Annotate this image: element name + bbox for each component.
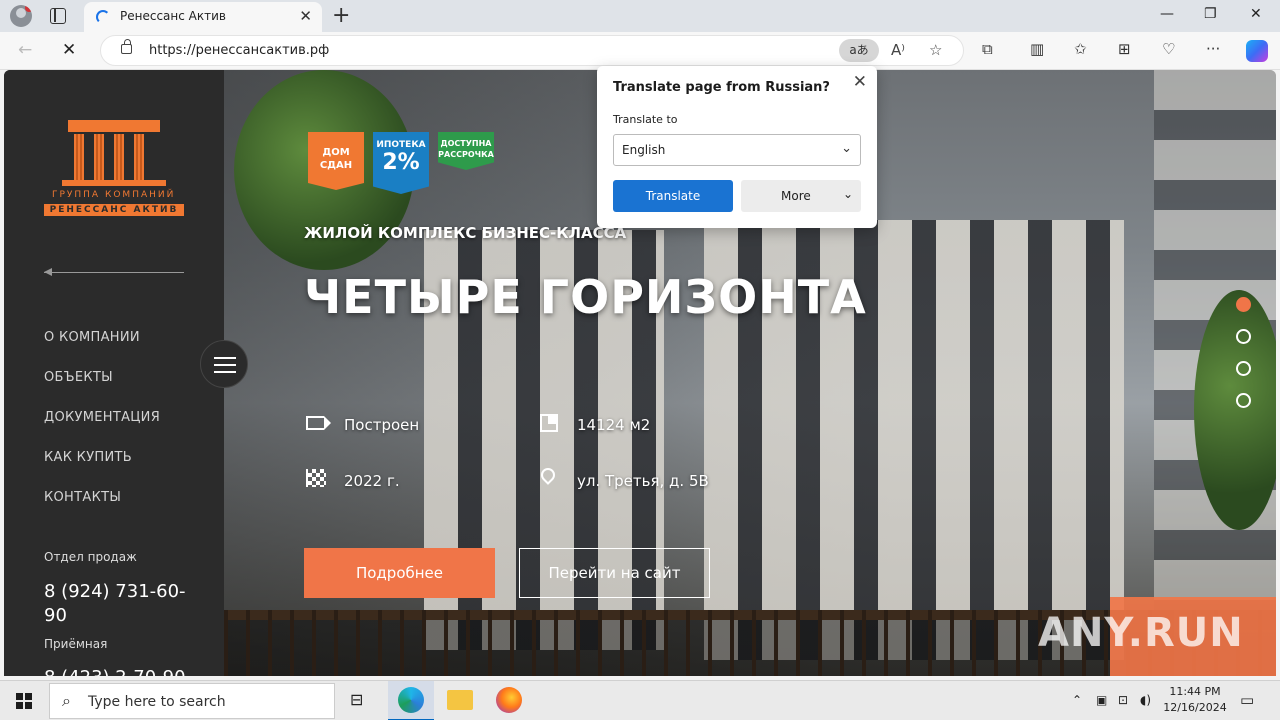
language-value: English <box>622 143 666 157</box>
menu-item-objects[interactable]: ОБЪЕКТЫ <box>44 370 113 385</box>
menu-item-documentation[interactable]: ДОКУМЕНТАЦИЯ <box>44 410 160 425</box>
volume-icon[interactable]: ◖) <box>1140 693 1151 707</box>
lock-icon[interactable] <box>121 39 132 54</box>
translate-button[interactable]: Translate <box>613 180 733 212</box>
notification-dot <box>25 5 32 12</box>
slide-dot-1[interactable] <box>1236 297 1251 312</box>
window-close-icon[interactable]: ✕ <box>1250 6 1262 22</box>
sales-phone[interactable]: 8 (924) 731-60-90 <box>44 580 204 628</box>
search-placeholder: Type here to search <box>88 694 226 710</box>
anyrun-watermark: ANY.RUN <box>1038 610 1244 656</box>
tab-strip: Ренессанс Актив ✕ + — ❐ ✕ <box>0 0 1280 32</box>
favorites-icon[interactable]: ✩ <box>1074 40 1087 58</box>
file-explorer-icon[interactable] <box>447 690 473 710</box>
hamburger-menu-button[interactable] <box>200 340 248 388</box>
back-icon[interactable]: ← <box>18 40 32 60</box>
network-icon[interactable]: ⊡ <box>1118 693 1128 707</box>
copilot-icon[interactable] <box>1246 40 1268 62</box>
minimize-icon[interactable]: — <box>1160 6 1174 22</box>
menu-item-company[interactable]: О КОМПАНИИ <box>44 330 140 345</box>
translate-to-label: Translate to <box>613 113 678 126</box>
more-button[interactable]: More ⌄ <box>741 180 861 212</box>
extensions-icon[interactable]: ⧉ <box>982 40 993 58</box>
company-logo[interactable]: ГРУППА КОМПАНИЙ РЕНЕССАНС АКТИВ <box>44 120 184 216</box>
logo-text-group: ГРУППА КОМПАНИЙ <box>52 190 176 200</box>
popup-title: Translate page from Russian? <box>613 80 830 95</box>
sales-label: Отдел продаж <box>44 550 137 564</box>
info-year: 2022 г. <box>344 472 400 490</box>
windows-taskbar: ⌕ Type here to search ⊟ ⌃ ▣ ⊡ ◖) 11:44 P… <box>0 680 1280 720</box>
new-tab-icon[interactable]: + <box>332 3 350 28</box>
browser-tab[interactable]: Ренессанс Актив ✕ <box>84 2 322 32</box>
translate-popup: Translate page from Russian? ✕ Translate… <box>597 66 877 228</box>
tab-title: Ренессанс Актив <box>120 9 226 23</box>
edge-app-icon[interactable] <box>398 687 424 713</box>
firefox-icon[interactable] <box>496 687 522 713</box>
slide-dot-3[interactable] <box>1236 361 1251 376</box>
taskbar-search[interactable]: ⌕ Type here to search <box>49 683 335 719</box>
info-address: ул. Третья, д. 5В <box>577 472 709 490</box>
badge-mortgage-label: ИПОТЕКА <box>376 140 426 150</box>
profile-avatar[interactable] <box>10 5 32 27</box>
task-view-icon[interactable]: ⊟ <box>350 690 363 709</box>
notifications-icon[interactable]: ▭ <box>1240 691 1254 709</box>
hero-subtitle: ЖИЛОЙ КОМПЛЕКС БИЗНЕС-КЛАССА <box>304 224 627 242</box>
area-icon <box>540 414 558 432</box>
back-arrow-icon[interactable] <box>44 268 184 276</box>
clock-date: 12/16/2024 <box>1163 701 1227 714</box>
translate-icon[interactable]: aあ <box>839 39 879 62</box>
details-button[interactable]: Подробнее <box>304 548 495 598</box>
info-status: Построен <box>344 416 420 434</box>
clock-time: 11:44 PM <box>1169 685 1221 698</box>
browser-essentials-icon[interactable]: ♡ <box>1162 40 1175 58</box>
chevron-down-icon: ⌄ <box>842 187 853 201</box>
browser-toolbar: ← ✕ https://ренессансактив.рф aあ A⁾ ☆ ⧉ … <box>0 32 1280 70</box>
badge-installment: ДОСТУПНА РАССРОЧКА <box>438 132 494 170</box>
url-text[interactable]: https://ренессансактив.рф <box>149 43 329 58</box>
windows-start-icon[interactable] <box>16 693 32 709</box>
collections-icon[interactable]: ⊞ <box>1118 40 1131 58</box>
loading-favicon-icon <box>96 10 110 24</box>
popup-close-icon[interactable]: ✕ <box>853 72 867 92</box>
badge-mortgage-rate: 2% <box>382 150 420 175</box>
tab-actions-icon[interactable] <box>50 8 66 24</box>
more-menu-icon[interactable]: ··· <box>1206 40 1220 58</box>
tray-chevron-up-icon[interactable]: ⌃ <box>1072 693 1082 707</box>
chevron-down-icon: ⌄ <box>841 141 852 156</box>
address-bar[interactable]: https://ренессансактив.рф aあ A⁾ ☆ <box>100 35 964 66</box>
reception-phone[interactable]: 8 (423) 2-70-90 <box>44 666 204 676</box>
tree-right <box>1194 290 1276 530</box>
restore-icon[interactable]: ❐ <box>1204 6 1217 22</box>
favorite-star-icon[interactable]: ☆ <box>929 41 942 59</box>
more-label: More <box>781 189 811 203</box>
info-area: 14124 м2 <box>577 416 651 434</box>
finish-flag-icon <box>306 469 326 487</box>
read-aloud-icon[interactable]: A⁾ <box>891 41 905 59</box>
taskbar-clock[interactable]: 11:44 PM 12/16/2024 <box>1160 684 1230 716</box>
split-screen-icon[interactable]: ▥ <box>1030 40 1044 58</box>
go-to-site-button[interactable]: Перейти на сайт <box>519 548 710 598</box>
search-icon: ⌕ <box>62 691 71 710</box>
tab-close-icon[interactable]: ✕ <box>299 7 312 25</box>
status-tag-icon <box>306 416 331 430</box>
menu-item-contacts[interactable]: КОНТАКТЫ <box>44 490 121 505</box>
slide-dot-2[interactable] <box>1236 329 1251 344</box>
tray-device-icon[interactable]: ▣ <box>1096 693 1107 707</box>
hero-title: ЧЕТЫРЕ ГОРИЗОНТА <box>304 270 867 324</box>
language-select[interactable]: English ⌄ <box>613 134 861 166</box>
badge-house-completed: ДОМ СДАН <box>308 132 364 190</box>
site-sidebar: ГРУППА КОМПАНИЙ РЕНЕССАНС АКТИВ О КОМПАН… <box>4 70 224 676</box>
badge-mortgage: ИПОТЕКА 2% <box>373 132 429 194</box>
logo-text-name: РЕНЕССАНС АКТИВ <box>44 204 184 216</box>
slide-dot-4[interactable] <box>1236 393 1251 408</box>
menu-item-how-to-buy[interactable]: КАК КУПИТЬ <box>44 450 132 465</box>
reception-label: Приёмная <box>44 637 108 651</box>
stop-loading-icon[interactable]: ✕ <box>62 40 76 60</box>
